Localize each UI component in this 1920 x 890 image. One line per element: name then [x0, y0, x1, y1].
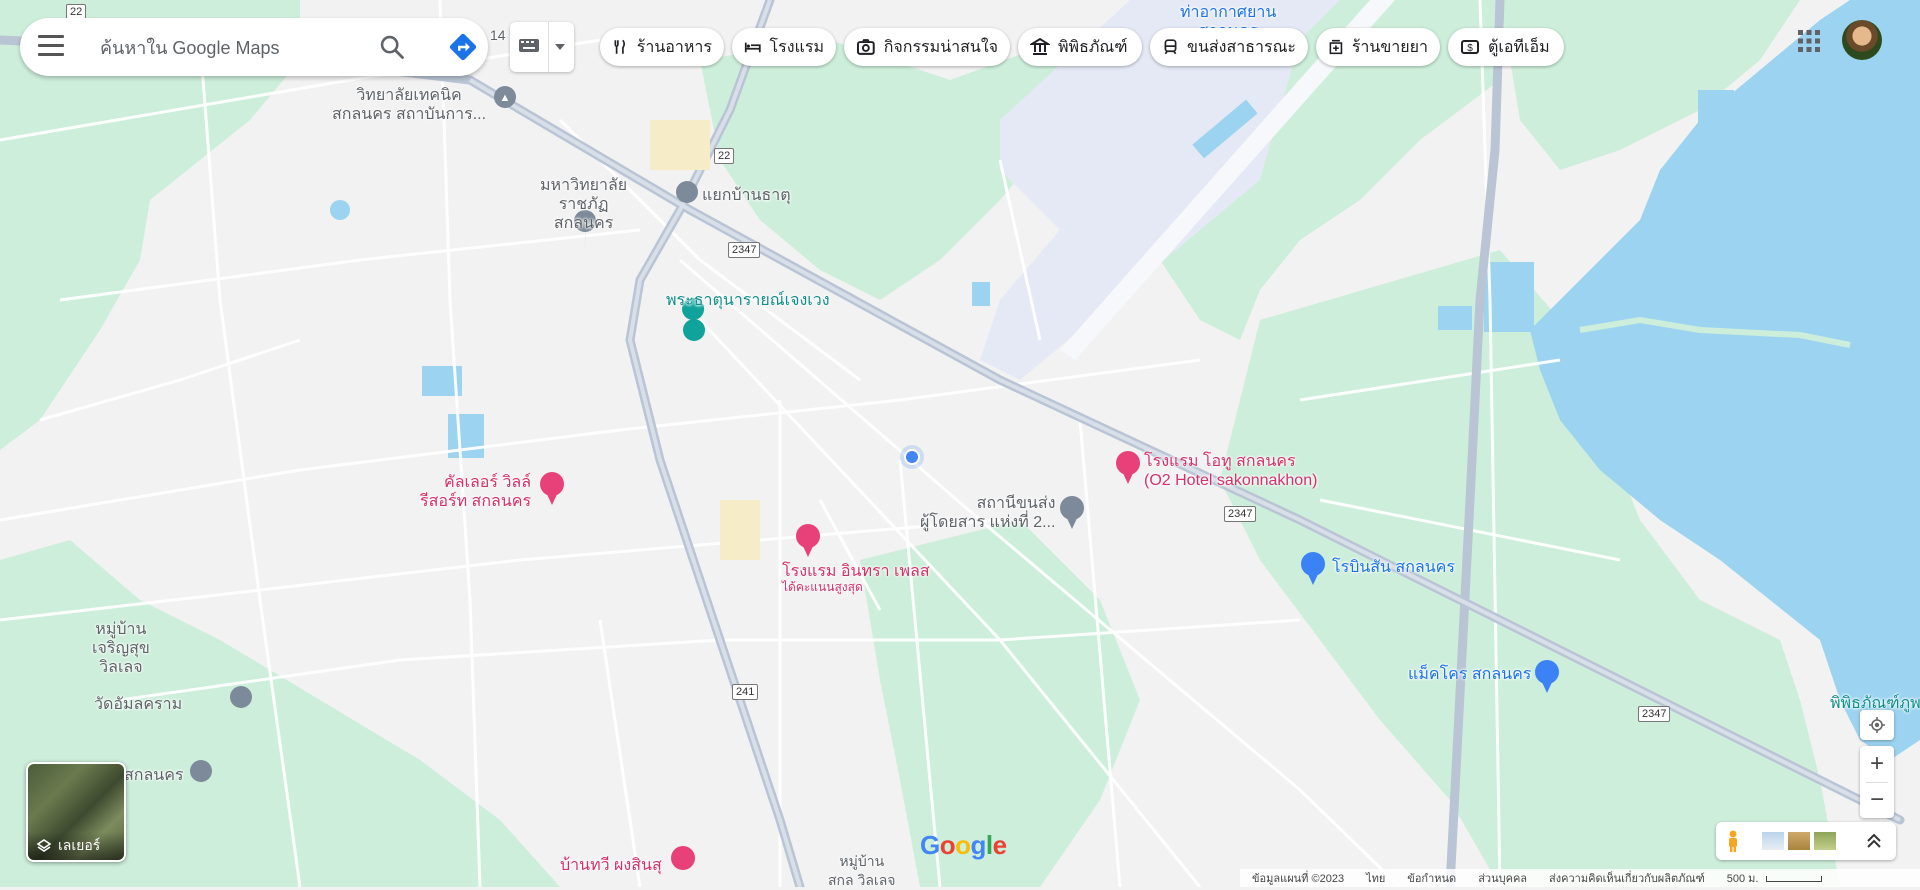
pharmacy-icon — [1329, 39, 1343, 55]
chip-atm[interactable]: $ ตู้เอทีเอ็ม — [1448, 28, 1564, 66]
label-robinson[interactable]: โรบินสัน สกลนคร — [1332, 558, 1455, 577]
chip-label: ขนส่งสาธารณะ — [1187, 38, 1296, 56]
layers-label-row: เลเยอร์ — [28, 832, 124, 860]
imagery-thumb-3[interactable] — [1814, 832, 1836, 850]
apps-grid-icon[interactable] — [1796, 28, 1822, 54]
menu-icon — [38, 35, 64, 38]
road-shield-241: 241 — [732, 684, 759, 700]
menu-button[interactable] — [38, 35, 64, 59]
camera-icon — [856, 39, 875, 55]
svg-text:$: $ — [1467, 43, 1473, 54]
label-pagoda[interactable]: พระธาตุนารายณ์เจงเวง — [666, 291, 830, 310]
label-tech-college[interactable]: วิทยาลัยเทคนิค สกลนคร สถาบันการ... — [332, 86, 486, 124]
zoom-in-button[interactable]: + — [1860, 746, 1894, 782]
chip-transit[interactable]: ขนส่งสาธารณะ — [1150, 28, 1308, 66]
search-input[interactable] — [98, 34, 382, 62]
road-shield-2347: 2347 — [728, 242, 761, 258]
road-label-14: 14 — [490, 27, 506, 43]
pegman-icon[interactable] — [1726, 830, 1740, 852]
atm-icon: $ — [1461, 40, 1479, 54]
expand-up-icon[interactable] — [1866, 832, 1882, 850]
map-canvas[interactable]: ▲ — [0, 0, 1920, 887]
google-logo: Google — [920, 830, 1007, 860]
label-bus-station[interactable]: สถานีขนส่ง ผู้โดยสาร แห่งที่ 2... — [920, 494, 1055, 532]
zoom-control: + − — [1860, 746, 1894, 818]
road-shield-2347: 2347 — [1638, 706, 1671, 722]
scale-text: 500 ม. — [1726, 873, 1759, 885]
directions-icon[interactable] — [448, 32, 478, 62]
road-shield-22: 22 — [714, 148, 735, 164]
label-hotel-o2[interactable]: โรงแรม โอทู สกลนคร (O2 Hotel sakonnakhon… — [1144, 452, 1317, 490]
scale-label[interactable]: 500 ม. — [1727, 869, 1822, 887]
imagery-thumb-1[interactable] — [1762, 832, 1784, 850]
chip-label: ร้านอาหาร — [636, 38, 712, 56]
road-shield-2347: 2347 — [1224, 506, 1257, 522]
scale-bar — [1765, 876, 1822, 882]
zoom-out-button[interactable]: − — [1860, 782, 1894, 818]
terms-link[interactable]: ข้อกำหนด — [1407, 869, 1456, 887]
label-village-bottom[interactable]: หมู่บ้าน สกล วิลเลจ — [828, 852, 896, 890]
footer-bar: ข้อมูลแผนที่ ©2023 ไทย ข้อกำหนด ส่วนบุคค… — [1240, 869, 1920, 887]
chip-label: กิจกรรมน่าสนใจ — [883, 38, 998, 56]
chip-restaurants[interactable]: ร้านอาหาร — [600, 28, 724, 66]
commercial-area — [720, 500, 760, 560]
label-intersection[interactable]: แยกบ้านธาตุ — [702, 186, 791, 205]
chevron-down-icon[interactable] — [554, 42, 566, 52]
current-location-dot[interactable] — [900, 445, 924, 469]
layers-icon — [36, 839, 52, 852]
chip-label: ร้านขายยา — [1351, 38, 1428, 56]
poi-marker-tech-college[interactable]: ▲ — [494, 86, 516, 108]
museum-icon — [1030, 37, 1050, 55]
my-location-button[interactable] — [1860, 710, 1894, 740]
layers-label: เลเยอร์ — [58, 837, 101, 853]
commercial-area — [650, 120, 710, 170]
label-wat-amlam[interactable]: วัดอัมลคราม — [94, 695, 182, 714]
chip-label: โรงแรม — [769, 38, 824, 56]
chip-label: พิพิธภัณฑ์ — [1058, 38, 1128, 56]
svg-text:▲: ▲ — [500, 92, 511, 104]
map-data-attribution[interactable]: ข้อมูลแผนที่ ©2023 — [1252, 869, 1344, 887]
chip-hotels[interactable]: โรงแรม — [732, 28, 836, 66]
hotel-icon — [744, 42, 761, 53]
label-sakon-left[interactable]: สกลนคร — [124, 766, 184, 785]
poi-marker-sakon-left[interactable] — [190, 760, 212, 782]
keyboard-icon — [519, 39, 539, 52]
minus-icon: − — [1869, 786, 1884, 813]
label-intra-place-sub: ได้คะแนนสูงสุด — [782, 580, 863, 594]
label-rajabhat[interactable]: มหาวิทยาลัย ราชภัฏ สกลนคร — [540, 176, 627, 233]
poi-marker-intersection[interactable] — [676, 181, 698, 203]
poi-marker-ban-thawi[interactable] — [671, 846, 695, 870]
restaurant-icon — [614, 39, 625, 54]
search-icon[interactable] — [378, 33, 406, 61]
label-makro[interactable]: แม็คโคร สกลนคร — [1408, 665, 1531, 684]
my-location-icon — [1869, 717, 1885, 733]
plus-icon: + — [1869, 750, 1884, 777]
imagery-thumb-2[interactable] — [1788, 832, 1810, 850]
avatar[interactable] — [1842, 20, 1882, 60]
privacy-link[interactable]: ส่วนบุคคล — [1478, 869, 1527, 887]
label-color-villa[interactable]: คัลเลอร์ วิลล์ รีสอร์ท สกลนคร — [420, 473, 531, 511]
label-village-charoen[interactable]: หมู่บ้าน เจริญสุข วิลเลจ — [92, 620, 150, 677]
feedback-link[interactable]: ส่งความคิดเห็นเกี่ยวกับผลิตภัณฑ์ — [1549, 869, 1705, 887]
chip-museums[interactable]: พิพิธภัณฑ์ — [1018, 28, 1142, 66]
chip-attractions[interactable]: กิจกรรมน่าสนใจ — [844, 28, 1010, 66]
transit-icon — [1164, 39, 1177, 55]
bottom-controls — [1716, 822, 1896, 860]
layers-button[interactable]: เลเยอร์ — [26, 762, 126, 862]
language-link[interactable]: ไทย — [1366, 869, 1385, 887]
chip-label: ตู้เอทีเอ็ม — [1488, 38, 1550, 56]
chip-pharmacy[interactable]: ร้านขายยา — [1316, 28, 1440, 66]
input-tools-button[interactable] — [510, 22, 574, 72]
search-box — [20, 18, 488, 76]
poi-marker-wat-amlam[interactable] — [230, 686, 252, 708]
label-ban-thawi[interactable]: บ้านทวี ผงสินสุ — [560, 856, 662, 875]
